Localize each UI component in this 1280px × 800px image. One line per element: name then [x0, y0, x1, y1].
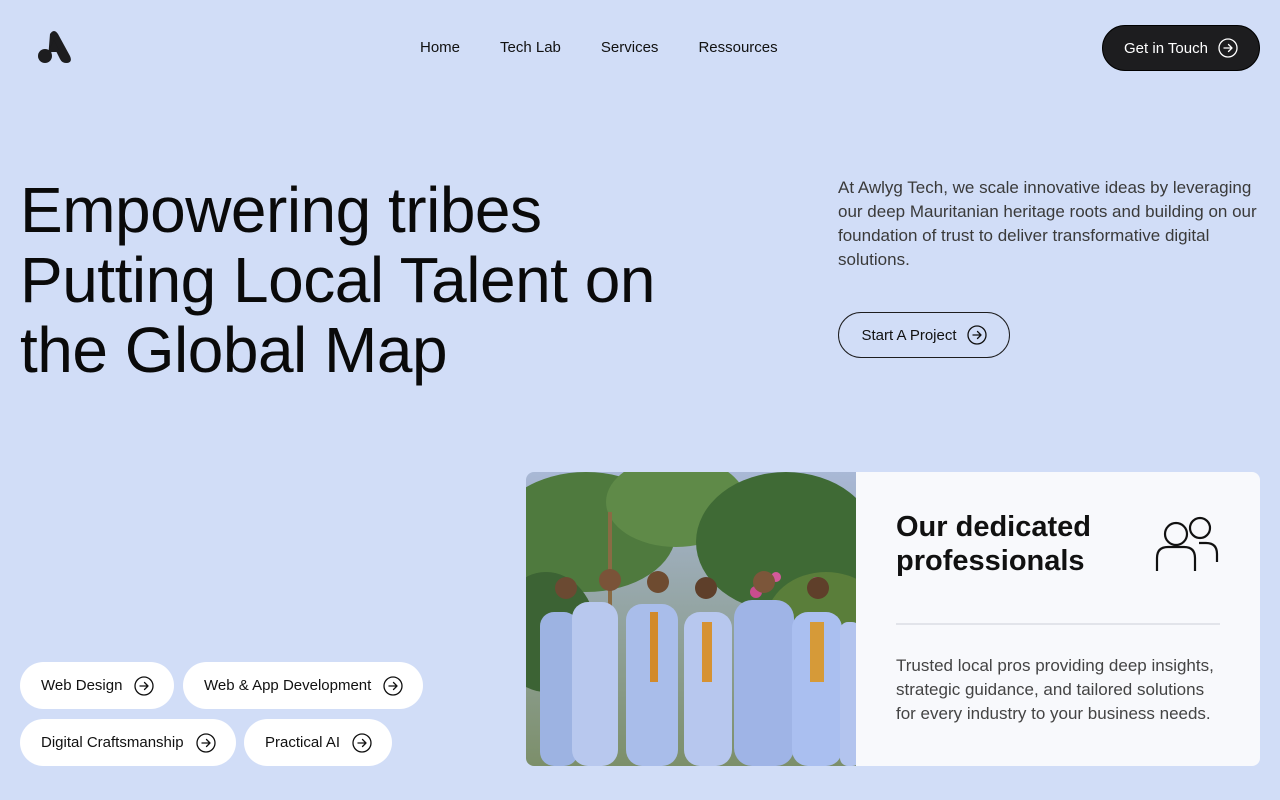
service-pill-web-design[interactable]: Web Design	[20, 662, 175, 709]
service-pill-label: Digital Craftsmanship	[41, 734, 184, 751]
awlyg-logo-icon[interactable]	[36, 30, 72, 64]
page: Home Tech Lab Services Ressources Get in…	[0, 0, 1280, 800]
professionals-card: Our dedicated professionals Trusted loca…	[856, 472, 1260, 766]
get-in-touch-label: Get in Touch	[1124, 39, 1208, 57]
team-photo	[526, 472, 856, 766]
service-pill-label: Practical AI	[265, 734, 341, 751]
start-project-button[interactable]: Start A Project	[838, 312, 1010, 358]
card-text: Trusted local pros providing deep insigh…	[896, 656, 1214, 723]
start-project-label: Start A Project	[861, 326, 957, 344]
arrow-right-circle-icon	[352, 732, 372, 753]
service-pill-label: Web & App Development	[204, 677, 372, 694]
nav-home[interactable]: Home	[420, 38, 460, 58]
arrow-right-circle-icon	[966, 325, 987, 345]
main-nav: Home Tech Lab Services Ressources	[420, 38, 778, 58]
card-divider	[896, 623, 1220, 625]
card-title-line-1: Our dedicated	[896, 511, 1091, 543]
arrow-right-circle-icon	[134, 675, 155, 696]
arrow-right-circle-icon	[1218, 38, 1238, 58]
arrow-right-circle-icon	[195, 732, 216, 753]
card-title: Our dedicated professionals	[896, 510, 1136, 578]
hero-headline: Empowering tribes Putting Local Talent o…	[20, 175, 720, 385]
service-pill-label: Web Design	[41, 677, 123, 694]
service-pill-web-app-development[interactable]: Web & App Development	[183, 662, 424, 709]
nav-services[interactable]: Services	[601, 38, 659, 58]
hero-headline-line-2: Putting Local Talent on	[20, 244, 655, 316]
people-icon	[1155, 516, 1219, 571]
arrow-right-circle-icon	[383, 675, 403, 696]
nav-ressources[interactable]: Ressources	[698, 38, 777, 58]
hero-intro: At Awlyg Tech, we scale innovative ideas…	[838, 178, 1257, 269]
card-title-line-2: professionals	[896, 545, 1085, 577]
service-pill-practical-ai[interactable]: Practical AI	[244, 719, 393, 766]
service-pill-digital-craftsmanship[interactable]: Digital Craftsmanship	[20, 719, 236, 766]
nav-tech-lab[interactable]: Tech Lab	[500, 38, 561, 58]
get-in-touch-button[interactable]: Get in Touch	[1102, 25, 1260, 71]
hero-headline-line-3: the Global Map	[20, 314, 448, 386]
hero-headline-line-1: Empowering tribes	[20, 174, 542, 246]
